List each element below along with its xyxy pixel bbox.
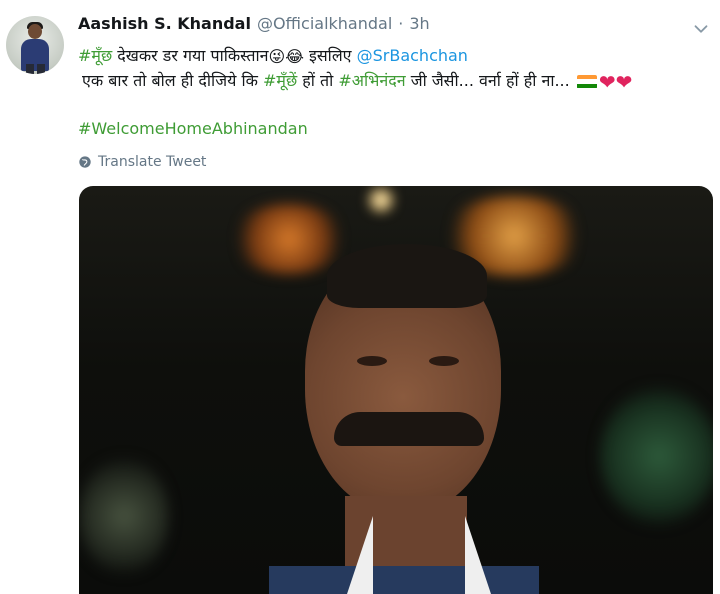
india-flag-icon — [576, 74, 597, 89]
translate-tweet-label: Translate Tweet — [98, 154, 207, 170]
tears-of-joy-emoji-icon: 😂 — [285, 47, 304, 66]
avatar[interactable] — [6, 16, 64, 74]
chevron-down-icon[interactable] — [690, 18, 712, 40]
hashtag-link[interactable]: #अभिनंदन — [338, 71, 405, 90]
hashtag-link[interactable]: #WelcomeHomeAbhinandan — [78, 119, 308, 138]
heart-icon: ❤ — [598, 69, 616, 94]
tweet-text: एक बार तो बोल ही दीजिये कि — [82, 71, 263, 90]
heart-icon: ❤ — [615, 69, 633, 94]
tweet-text: देखकर डर गया पाकिस्तान — [112, 46, 269, 65]
display-name[interactable]: Aashish S. Khandal — [78, 14, 251, 33]
tweet-photo[interactable] — [79, 186, 713, 594]
tweet-time[interactable]: 3h — [409, 14, 429, 33]
tweet-text: हों तो — [297, 71, 339, 90]
mention-link[interactable]: @SrBachchan — [357, 46, 468, 65]
separator-dot: · — [398, 14, 404, 33]
user-handle[interactable]: @Officialkhandal — [257, 14, 392, 33]
tweet-text-line-2: एक बार तो बोल ही दीजिये कि #मूँछें हों त… — [82, 69, 633, 94]
translate-tweet-button[interactable]: Translate Tweet — [78, 154, 206, 170]
tweet-text: इसलिए — [303, 46, 357, 65]
globe-icon — [79, 156, 91, 168]
hashtag-link[interactable]: #मूँछें — [263, 71, 297, 90]
tweet-text-line-1: #मूँछ देखकर डर गया पाकिस्तान😜😂 इसलिए @Sr… — [78, 44, 468, 66]
tweet-text: जी जैसी... वर्ना हों ही ना... — [405, 71, 575, 90]
hashtag-link[interactable]: #मूँछ — [78, 46, 112, 65]
tweet-text-line-3: #WelcomeHomeAbhinandan — [78, 119, 308, 138]
winking-tongue-emoji-icon: 😜 — [268, 47, 286, 66]
tweet-header: Aashish S. Khandal @Officialkhandal · 3h — [78, 14, 680, 40]
